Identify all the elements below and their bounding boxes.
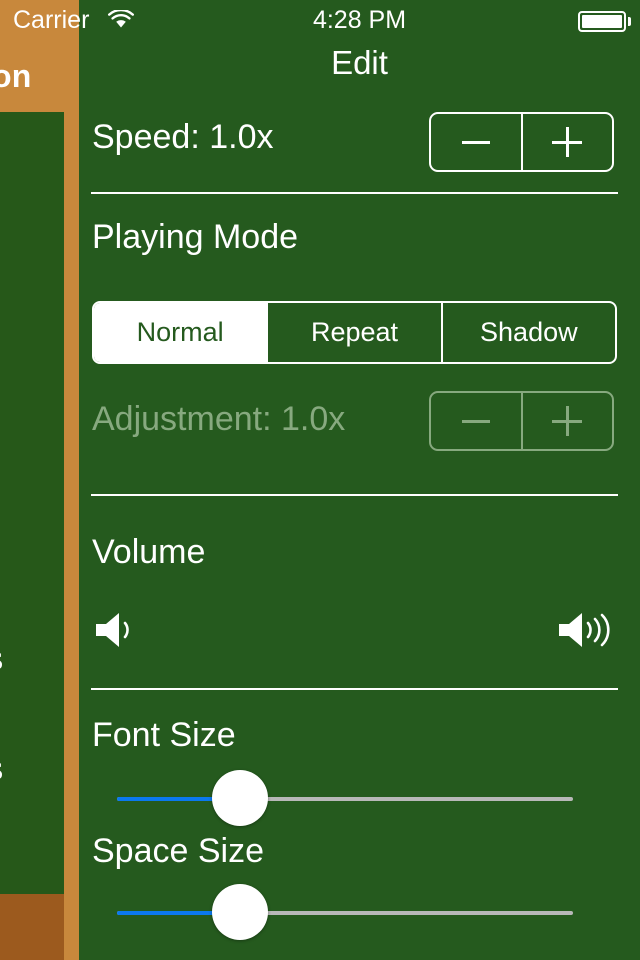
font-size-heading: Font Size xyxy=(92,716,236,754)
panel-edge-divider xyxy=(64,0,79,960)
segment-label: Normal xyxy=(136,317,224,347)
battery-full-icon xyxy=(578,11,626,32)
app-screen: tion s s - 1:50 Carrier 4:28 PM Edit S xyxy=(0,0,640,960)
adjustment-decrement-button[interactable] xyxy=(431,393,521,449)
segment-shadow[interactable]: Shadow xyxy=(440,303,615,362)
adjustment-label: Adjustment: 1.0x xyxy=(92,400,346,438)
minus-icon xyxy=(461,419,490,423)
background-bottom-bar xyxy=(0,894,68,960)
segment-label: Shadow xyxy=(480,317,578,347)
battery-level-fill xyxy=(582,15,622,28)
space-size-slider[interactable] xyxy=(117,882,573,942)
divider xyxy=(91,688,618,690)
volume-high-icon xyxy=(559,613,610,647)
plus-icon xyxy=(552,127,583,157)
speed-increment-button[interactable] xyxy=(520,114,613,170)
segment-label: Repeat xyxy=(310,317,399,347)
background-navbar-title: tion xyxy=(0,58,32,94)
edit-panel: Carrier 4:28 PM Edit Speed: 1.0x Playing… xyxy=(13,0,640,960)
segment-normal[interactable]: Normal xyxy=(94,303,267,362)
plus-icon xyxy=(552,406,583,436)
adjustment-stepper[interactable] xyxy=(429,391,614,451)
background-text-fragment: s xyxy=(0,640,3,678)
divider xyxy=(91,494,618,496)
clock-label: 4:28 PM xyxy=(312,6,407,34)
background-text-fragment: s xyxy=(0,750,3,788)
carrier-label: Carrier xyxy=(13,6,90,34)
minus-icon xyxy=(461,140,490,144)
segment-repeat[interactable]: Repeat xyxy=(266,303,440,362)
speed-stepper[interactable] xyxy=(429,112,614,172)
slider-thumb[interactable] xyxy=(212,770,269,826)
playing-mode-segmented-control[interactable]: Normal Repeat Shadow xyxy=(92,301,617,364)
background-content: s s - 1:50 xyxy=(0,112,64,960)
volume-low-icon xyxy=(96,613,129,647)
playing-mode-heading: Playing Mode xyxy=(92,218,299,256)
status-bar: Carrier 4:28 PM xyxy=(13,0,640,38)
space-size-heading: Space Size xyxy=(92,832,264,870)
battery-cap-icon xyxy=(628,17,631,26)
font-size-slider[interactable] xyxy=(117,768,573,828)
speed-label: Speed: 1.0x xyxy=(92,118,274,156)
page-title: Edit xyxy=(331,44,388,81)
slider-thumb[interactable] xyxy=(212,884,269,940)
adjustment-increment-button[interactable] xyxy=(520,393,613,449)
speed-decrement-button[interactable] xyxy=(431,114,521,170)
divider xyxy=(91,192,618,194)
volume-heading: Volume xyxy=(92,533,206,571)
